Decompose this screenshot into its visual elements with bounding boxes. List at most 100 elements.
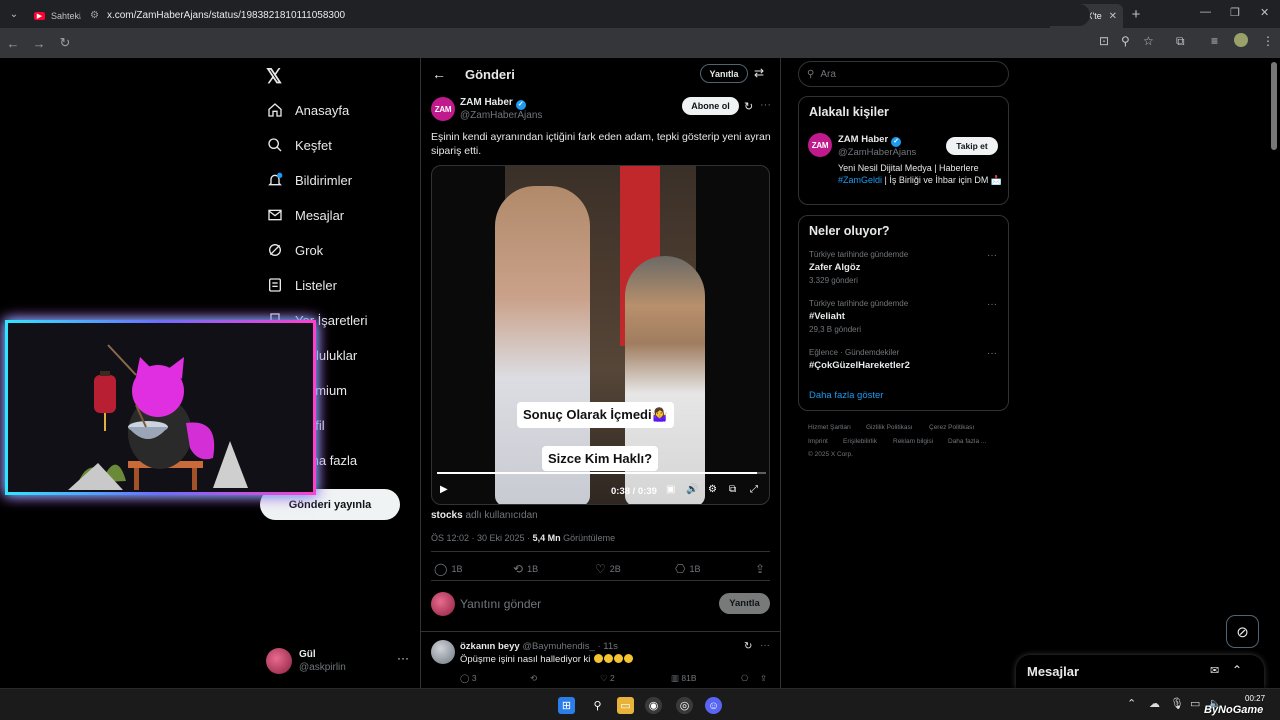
- trend-name[interactable]: #Veliaht: [809, 311, 845, 322]
- x-logo-icon[interactable]: 𝕏: [266, 64, 282, 89]
- comment-time[interactable]: · 11s: [597, 641, 617, 652]
- browser-profile-avatar[interactable]: [1234, 33, 1248, 47]
- video-progress-bar[interactable]: [437, 472, 766, 474]
- clock[interactable]: 00:27: [1245, 694, 1265, 704]
- reply-action[interactable]: ◯ 1B: [434, 562, 462, 576]
- more-dots-icon[interactable]: ···: [760, 99, 771, 111]
- show-more-link[interactable]: Daha fazla göster: [809, 390, 883, 401]
- nav-item-mail[interactable]: Mesajlar: [266, 206, 344, 224]
- network-icon[interactable]: ▭: [1190, 697, 1200, 710]
- nav-item-bell[interactable]: Bildirimler: [266, 171, 352, 189]
- comment-like-action[interactable]: ♡ 2: [600, 673, 615, 684]
- new-message-icon[interactable]: ✉: [1210, 664, 1219, 677]
- hashtag-link[interactable]: #ZamGeldi: [838, 175, 882, 185]
- scrollbar[interactable]: [1271, 62, 1277, 150]
- more-dots-icon[interactable]: ···: [760, 640, 770, 651]
- header-reply-button[interactable]: Yanıtla: [700, 64, 748, 83]
- chrome-icon[interactable]: ◉: [645, 697, 662, 714]
- footer-link[interactable]: Imprint: [808, 438, 828, 445]
- github-desktop-icon[interactable]: ◎: [676, 697, 693, 714]
- reload-icon[interactable]: ↻: [52, 35, 78, 51]
- trend-name[interactable]: #ÇokGüzelHareketler2: [809, 360, 910, 371]
- nav-item-search[interactable]: Keşfet: [266, 136, 332, 154]
- settings-icon[interactable]: ⚙: [708, 484, 717, 495]
- search-input[interactable]: ⚲ Ara: [798, 61, 1009, 87]
- tab-search-icon[interactable]: ⌄: [0, 0, 28, 28]
- grok-float-button[interactable]: ⊘: [1226, 615, 1259, 648]
- footer-link[interactable]: Çerez Politikası: [929, 424, 974, 431]
- close-window-icon[interactable]: ✕: [1260, 6, 1269, 19]
- reply-input[interactable]: Yanıtını gönder: [460, 597, 541, 611]
- discord-icon[interactable]: ☺: [705, 697, 722, 714]
- media-icon[interactable]: ≡: [1211, 34, 1218, 48]
- install-app-icon[interactable]: ⊡: [1099, 34, 1109, 48]
- related-handle[interactable]: @ZamHaberAjans: [838, 147, 916, 158]
- share-action[interactable]: ⇪: [755, 562, 769, 576]
- author-avatar[interactable]: ZAM: [431, 97, 455, 121]
- footer-link[interactable]: Hizmet Şartları: [808, 424, 851, 431]
- footer-link[interactable]: Reklam bilgisi: [893, 438, 933, 445]
- url-field[interactable]: ⚙ x.com/ZamHaberAjans/status/19838218101…: [80, 4, 1090, 26]
- comment-share-icon[interactable]: ⇪: [760, 673, 767, 684]
- tweet-timestamp[interactable]: ÖS 12:02 · 30 Eki 2025 ·: [431, 533, 530, 543]
- mic-icon[interactable]: 🎙: [1170, 697, 1184, 710]
- pip-icon[interactable]: ⧉: [729, 484, 736, 495]
- bookmark-star-icon[interactable]: ☆: [1143, 34, 1154, 48]
- footer-link[interactable]: Gizlilik Politikası: [866, 424, 913, 431]
- repost-action[interactable]: ⟲ 1B: [513, 562, 538, 576]
- tray-chevron-icon[interactable]: ⌃: [1127, 697, 1136, 710]
- browser-menu-icon[interactable]: ⋮: [1262, 34, 1274, 48]
- tab-close-icon[interactable]: ✕: [1109, 11, 1117, 22]
- search-icon[interactable]: ⚲: [589, 697, 606, 714]
- related-avatar[interactable]: ZAM: [808, 133, 832, 157]
- forward-icon[interactable]: →: [26, 36, 52, 51]
- windows-start-icon[interactable]: ⊞: [558, 697, 575, 714]
- subscribe-button[interactable]: Abone ol: [682, 97, 739, 115]
- account-switcher[interactable]: Gül @askpirlin ···: [266, 648, 411, 676]
- more-dots-icon[interactable]: ···: [987, 299, 997, 310]
- grok-icon[interactable]: ↻: [744, 100, 753, 113]
- maximize-icon[interactable]: ❐: [1230, 6, 1240, 19]
- nav-item-home[interactable]: Anasayfa: [266, 101, 349, 119]
- related-name[interactable]: ZAM Haber ✓: [838, 134, 902, 147]
- comment-bookmark-icon[interactable]: ⎔: [741, 673, 748, 684]
- bookmark-action[interactable]: ⎔ 1B: [675, 562, 701, 576]
- fullscreen-icon[interactable]: ⤢: [750, 484, 758, 495]
- extensions-icon[interactable]: ⧉: [1176, 34, 1185, 49]
- grok-icon[interactable]: ↻: [744, 641, 752, 652]
- back-icon[interactable]: ←: [0, 36, 26, 51]
- site-info-icon[interactable]: ⚙: [90, 10, 99, 21]
- comment-avatar[interactable]: [431, 640, 455, 664]
- captions-icon[interactable]: ▣: [666, 484, 675, 495]
- comment-repost-action[interactable]: ⟲: [530, 673, 537, 684]
- follow-button[interactable]: Takip et: [946, 137, 998, 155]
- nav-item-grok[interactable]: Grok: [266, 241, 323, 259]
- minimize-icon[interactable]: —: [1200, 6, 1211, 18]
- file-explorer-icon[interactable]: ▭: [617, 697, 634, 714]
- reply-submit-button[interactable]: Yanıtla: [719, 593, 770, 614]
- zoom-icon[interactable]: ⚲: [1121, 34, 1130, 48]
- filter-icon[interactable]: ⇄: [754, 66, 764, 80]
- new-tab-button[interactable]: +: [1123, 6, 1149, 23]
- messages-drawer[interactable]: Mesajlar ✉ ⌃: [1016, 655, 1264, 688]
- footer-link[interactable]: Erişilebilirlik: [843, 438, 877, 445]
- author-handle[interactable]: @ZamHaberAjans: [460, 110, 542, 121]
- author-name[interactable]: ZAM Haber ✓: [460, 97, 526, 110]
- more-dots-icon[interactable]: ···: [987, 250, 997, 261]
- nav-item-list[interactable]: Listeler: [266, 276, 337, 294]
- more-dots-icon[interactable]: ···: [397, 651, 409, 665]
- source-user-link[interactable]: stocks: [431, 510, 463, 521]
- cloud-icon[interactable]: ☁: [1149, 697, 1160, 710]
- more-dots-icon[interactable]: ···: [987, 348, 997, 359]
- comment-reply-action[interactable]: ◯ 3: [460, 673, 477, 684]
- video-player[interactable]: Sonuç Olarak İçmedi🤷‍♀️ Sizce Kim Haklı?…: [431, 165, 770, 505]
- chevron-up-icon[interactable]: ⌃: [1232, 663, 1242, 677]
- comment-views[interactable]: ▥ 81B: [671, 673, 697, 684]
- like-action[interactable]: ♡ 2B: [595, 562, 621, 576]
- trend-name[interactable]: Zafer Algöz: [809, 262, 860, 273]
- comment-author-handle[interactable]: @Baymuhendis_: [522, 641, 595, 652]
- back-arrow-icon[interactable]: ←: [432, 66, 446, 82]
- footer-link[interactable]: Daha fazla ...: [948, 438, 986, 445]
- comment-author-name[interactable]: özkanın beyy: [460, 641, 520, 652]
- volume-icon[interactable]: 🔊: [686, 484, 698, 495]
